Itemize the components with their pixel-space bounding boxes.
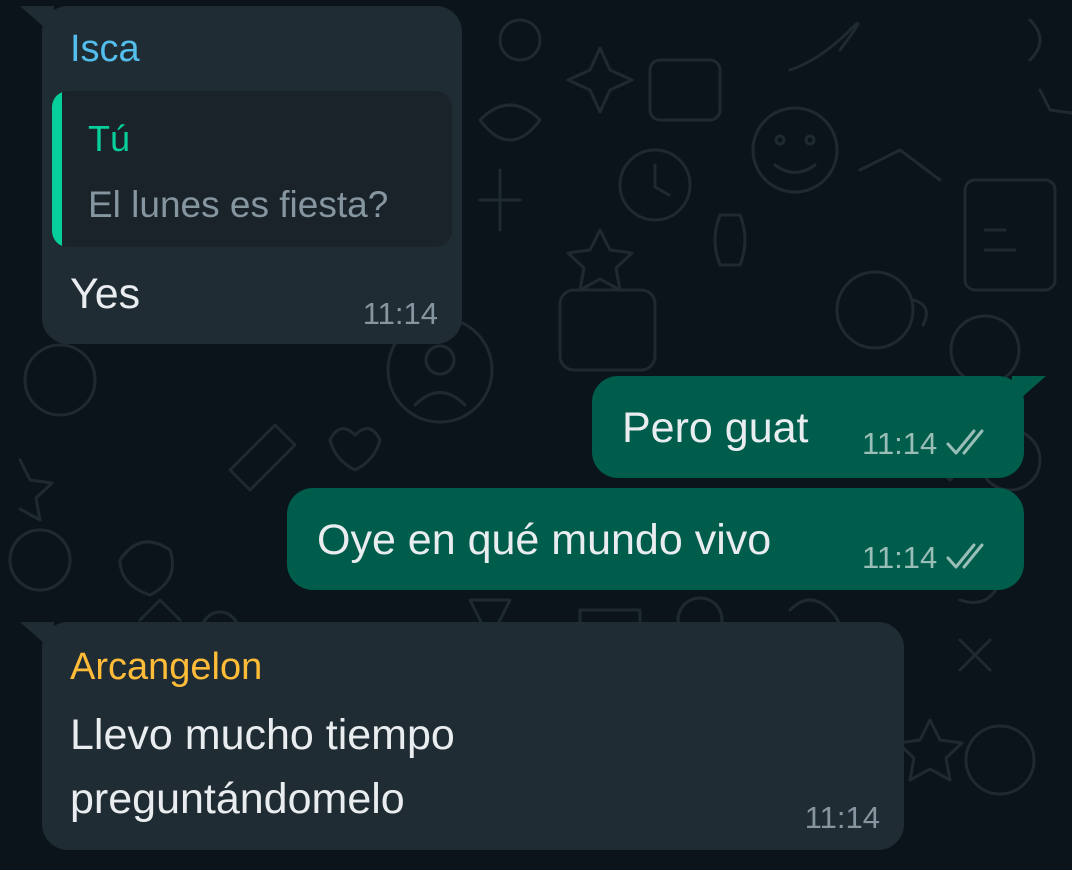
chat-area: Isca Tú El lunes es fiesta? Yes 11:14 Pe… xyxy=(0,0,1072,870)
quoted-message[interactable]: Tú El lunes es fiesta? xyxy=(52,91,452,247)
message-bubble-outgoing[interactable]: Oye en qué mundo vivo 11:14 xyxy=(287,488,1024,590)
message-time: 11:14 xyxy=(804,800,880,835)
message-bubble-outgoing[interactable]: Pero guat 11:14 xyxy=(592,376,1046,478)
message-text: Oye en qué mundo vivo xyxy=(317,516,772,564)
bubble-tail xyxy=(20,622,54,652)
sender-name[interactable]: Isca xyxy=(70,26,140,72)
bubble-tail xyxy=(20,6,54,36)
message-time: 11:14 xyxy=(862,426,938,461)
message-bubble-incoming[interactable]: Arcangelon Llevo mucho tiempo preguntánd… xyxy=(20,622,904,850)
message-text: Pero guat xyxy=(622,404,809,452)
message-bubble-incoming[interactable]: Isca Tú El lunes es fiesta? Yes 11:14 xyxy=(20,6,462,344)
message-text-line: preguntándomelo xyxy=(70,775,405,823)
message-time: 11:14 xyxy=(362,296,438,331)
message-time: 11:14 xyxy=(862,540,938,575)
quoted-text: El lunes es fiesta? xyxy=(88,184,389,225)
message-text-line: Llevo mucho tiempo xyxy=(70,711,455,759)
double-check-icon xyxy=(946,543,984,569)
message-text: Yes xyxy=(70,270,141,318)
bubble-tail xyxy=(1012,376,1046,406)
sender-name[interactable]: Arcangelon xyxy=(70,644,262,690)
quote-accent-bar xyxy=(52,91,62,247)
double-check-icon xyxy=(946,429,984,455)
quoted-author: Tú xyxy=(88,118,131,159)
